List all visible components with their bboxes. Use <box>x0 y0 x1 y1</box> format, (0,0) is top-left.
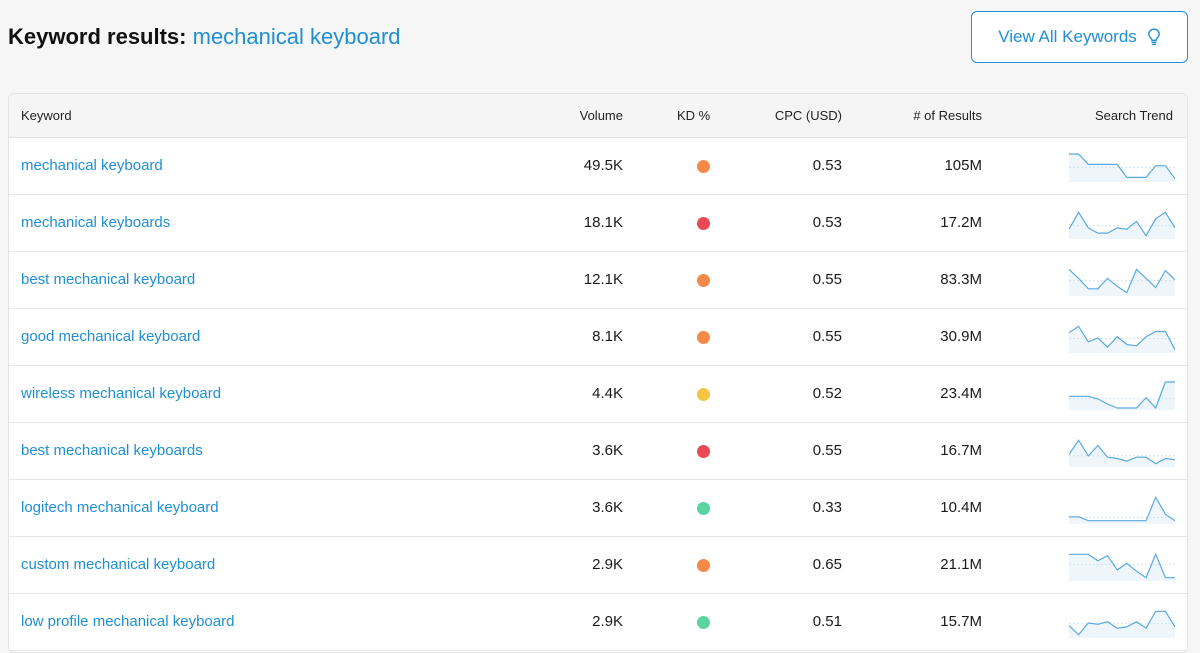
cpc-value: 0.53 <box>812 157 842 174</box>
table-row: good mechanical keyboard 8.1K 0.55 30.9M <box>9 309 1187 366</box>
volume-value: 49.5K <box>583 157 623 174</box>
table-row: logitech mechanical keyboard 3.6K 0.33 10.4… <box>9 480 1187 537</box>
results-value: 83.3M <box>940 271 982 288</box>
volume-value: 2.9K <box>592 556 623 573</box>
sparkline-area <box>1069 554 1175 581</box>
results-value: 30.9M <box>940 328 982 345</box>
view-all-keywords-button[interactable]: View All Keywords <box>971 11 1188 63</box>
table-row: best mechanical keyboard 12.1K 0.55 83.3M <box>9 252 1187 309</box>
view-all-label: View All Keywords <box>998 27 1137 46</box>
lightbulb-icon <box>1147 28 1160 45</box>
search-trend-sparkline <box>1069 325 1175 353</box>
cpc-value: 0.51 <box>812 613 842 630</box>
sparkline-area <box>1069 497 1175 524</box>
search-trend-sparkline <box>1069 211 1175 239</box>
title-query: mechanical keyboard <box>192 24 401 49</box>
table-row: mechanical keyboard 49.5K 0.53 105M <box>9 138 1187 195</box>
results-value: 15.7M <box>940 613 982 630</box>
column-header-volume[interactable]: Volume <box>580 94 623 138</box>
kd-indicator-dot <box>697 160 710 173</box>
keyword-link[interactable]: wireless mechanical keyboard <box>21 366 221 422</box>
page-title: Keyword results: mechanical keyboard <box>8 22 401 52</box>
cpc-value: 0.53 <box>812 214 842 231</box>
volume-value: 8.1K <box>592 328 623 345</box>
search-trend-sparkline <box>1069 439 1175 467</box>
table-header: Keyword Volume KD % CPC (USD) # of Resul… <box>9 94 1187 138</box>
table-row: wireless mechanical keyboard 4.4K 0.52 23.4… <box>9 366 1187 423</box>
cpc-value: 0.55 <box>812 328 842 345</box>
sparkline-area <box>1069 611 1175 638</box>
keyword-link[interactable]: best mechanical keyboards <box>21 423 203 479</box>
column-header-results[interactable]: # of Results <box>913 94 982 138</box>
volume-value: 2.9K <box>592 613 623 630</box>
cpc-value: 0.55 <box>812 271 842 288</box>
results-value: 16.7M <box>940 442 982 459</box>
column-header-keyword[interactable]: Keyword <box>21 94 72 138</box>
kd-indicator-dot <box>697 274 710 287</box>
kd-indicator-dot <box>697 388 710 401</box>
column-header-cpc[interactable]: CPC (USD) <box>775 94 842 138</box>
search-trend-sparkline <box>1069 495 1175 524</box>
cpc-value: 0.65 <box>812 556 842 573</box>
keyword-link[interactable]: custom mechanical keyboard <box>21 537 215 593</box>
sparkline-area <box>1069 326 1175 353</box>
search-trend-sparkline <box>1069 381 1175 410</box>
search-trend-sparkline <box>1069 552 1175 581</box>
table-row: low profile mechanical keyboard 2.9K 0.51 1… <box>9 594 1187 651</box>
column-header-search-trend: Search Trend <box>1094 108 1173 123</box>
table-row: custom mechanical keyboard 2.9K 0.65 21.1M <box>9 537 1187 594</box>
keyword-table: Keyword Volume KD % CPC (USD) # of Resul… <box>8 93 1188 653</box>
cpc-value: 0.55 <box>812 442 842 459</box>
keyword-link[interactable]: low profile mechanical keyboard <box>21 594 234 650</box>
column-header-kd[interactable]: KD % <box>677 94 710 138</box>
title-label: Keyword results: <box>8 24 187 49</box>
kd-indicator-dot <box>697 559 710 572</box>
kd-indicator-dot <box>697 331 710 344</box>
table-body: mechanical keyboard 49.5K 0.53 105M mechanic… <box>9 138 1187 651</box>
volume-value: 3.6K <box>592 499 623 516</box>
cpc-value: 0.33 <box>812 499 842 516</box>
keyword-link[interactable]: best mechanical keyboard <box>21 252 195 308</box>
keyword-link[interactable]: mechanical keyboards <box>21 195 170 251</box>
sparkline-area <box>1069 440 1175 467</box>
keyword-link[interactable]: mechanical keyboard <box>21 138 163 194</box>
kd-indicator-dot <box>697 502 710 515</box>
keyword-link[interactable]: logitech mechanical keyboard <box>21 480 219 536</box>
volume-value: 18.1K <box>583 214 623 231</box>
results-value: 17.2M <box>940 214 982 231</box>
sparkline-area <box>1069 154 1175 182</box>
volume-value: 4.4K <box>592 385 623 402</box>
kd-indicator-dot <box>697 445 710 458</box>
results-value: 10.4M <box>940 499 982 516</box>
results-value: 105M <box>944 157 982 174</box>
results-value: 23.4M <box>940 385 982 402</box>
kd-indicator-dot <box>697 616 710 629</box>
volume-value: 12.1K <box>583 271 623 288</box>
cpc-value: 0.52 <box>812 385 842 402</box>
search-trend-sparkline <box>1069 153 1175 182</box>
search-trend-sparkline <box>1069 268 1175 296</box>
search-trend-sparkline <box>1069 610 1175 638</box>
page-header: Keyword results: mechanical keyboard Vie… <box>0 0 1200 80</box>
table-row: mechanical keyboards 18.1K 0.53 17.2M <box>9 195 1187 252</box>
kd-indicator-dot <box>697 217 710 230</box>
volume-value: 3.6K <box>592 442 623 459</box>
table-row: best mechanical keyboards 3.6K 0.55 16.7M <box>9 423 1187 480</box>
keyword-link[interactable]: good mechanical keyboard <box>21 309 200 365</box>
results-value: 21.1M <box>940 556 982 573</box>
